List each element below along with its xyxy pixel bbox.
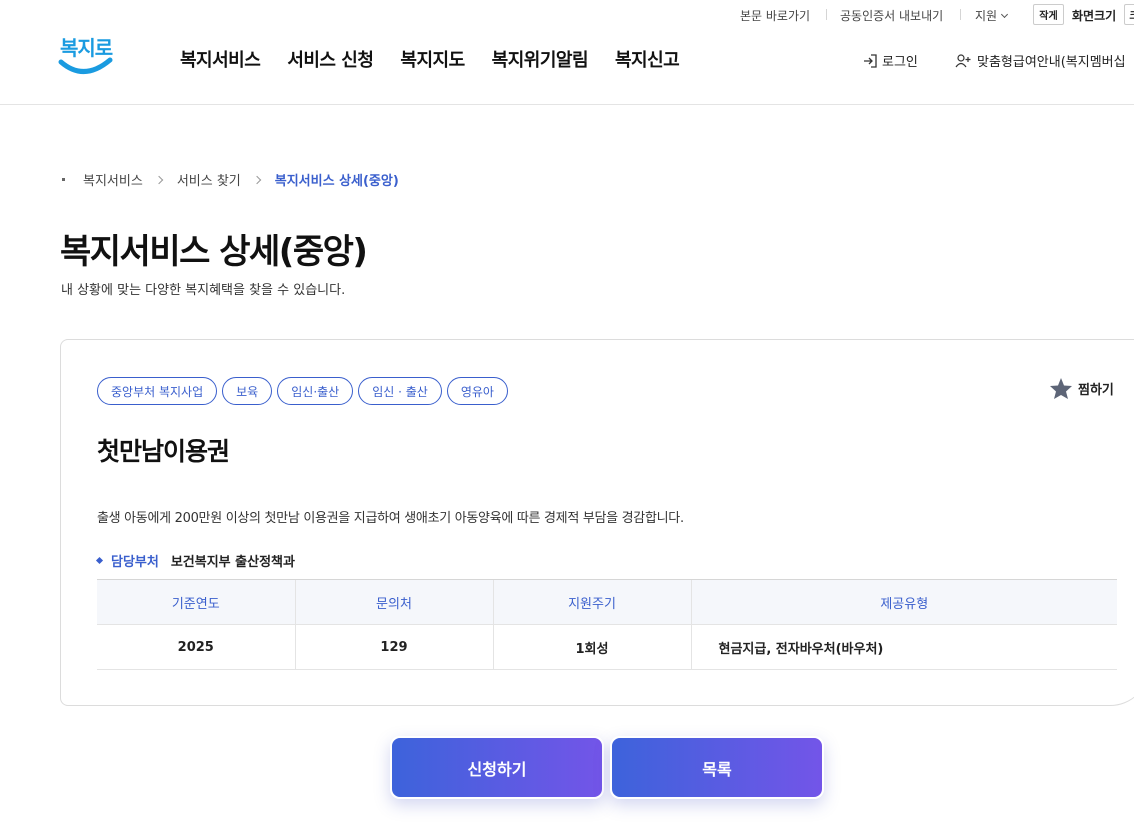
breadcrumb: 복지서비스 서비스 찾기 복지서비스 상세(중앙) — [62, 170, 399, 189]
font-large-button[interactable]: 크 — [1124, 4, 1134, 25]
tag-list: 중앙부처 복지사업 보육 임신·출산 임신 · 출산 영유아 — [97, 377, 513, 405]
favorite-button[interactable]: 찜하기 — [1049, 377, 1114, 400]
member-guide-link[interactable]: 맞춤형급여안내(복지멤버십 — [955, 51, 1126, 70]
column-header-year: 기준연도 — [97, 579, 295, 625]
service-description: 출생 아동에게 200만원 이상의 첫만남 이용권을 지급하여 생애초기 아동양… — [97, 511, 684, 526]
list-button[interactable]: 목록 — [610, 736, 824, 799]
breadcrumb-item[interactable]: 복지서비스 — [83, 170, 143, 189]
tag-badge[interactable]: 임신·출산 — [277, 377, 354, 405]
skip-to-content-link[interactable]: 본문 바로가기 — [740, 7, 810, 24]
tag-badge[interactable]: 임신 · 출산 — [358, 377, 442, 405]
site-logo[interactable]: 복지로 — [58, 32, 116, 82]
support-dropdown[interactable]: 지원 — [975, 7, 1009, 24]
table-header-row: 기준연도 문의처 지원주기 제공유형 — [97, 579, 1117, 625]
department-value: 보건복지부 출산정책과 — [170, 555, 295, 570]
nav-item-welfare-map[interactable]: 복지지도 — [400, 46, 465, 72]
member-guide-label: 맞춤형급여안내(복지멤버십 — [977, 55, 1126, 70]
login-icon — [864, 53, 877, 68]
cell-contact: 129 — [294, 624, 493, 670]
chevron-down-icon — [1001, 10, 1009, 19]
tag-badge[interactable]: 영유아 — [446, 377, 508, 405]
service-title: 첫만남이용권 — [97, 437, 230, 466]
support-label: 지원 — [975, 9, 998, 23]
cert-export-link[interactable]: 공동인증서 내보내기 — [840, 7, 943, 24]
diamond-bullet-icon — [95, 556, 104, 565]
breadcrumb-home-dot — [62, 178, 65, 181]
page-title: 복지서비스 상세(중앙) — [60, 232, 368, 272]
table-row: 2025 129 1회성 현금지급, 전자바우처(바우처) — [97, 624, 1117, 670]
service-detail-card: 중앙부처 복지사업 보육 임신·출산 임신 · 출산 영유아 찜하기 첫만남이용… — [60, 339, 1134, 706]
add-user-icon — [955, 53, 971, 67]
star-icon — [1050, 378, 1072, 399]
apply-button[interactable]: 신청하기 — [390, 736, 604, 799]
login-label: 로그인 — [882, 55, 918, 70]
login-link[interactable]: 로그인 — [863, 51, 918, 70]
utility-bar: 본문 바로가기 공동인증서 내보내기 지원 작게 화면크기 크 — [0, 0, 1134, 28]
favorite-label: 찜하기 — [1078, 383, 1114, 398]
column-header-cycle: 지원주기 — [492, 579, 691, 625]
nav-item-welfare-services[interactable]: 복지서비스 — [180, 46, 261, 72]
department-info: 담당부처 보건복지부 출산정책과 — [95, 551, 295, 570]
font-small-button[interactable]: 작게 — [1033, 4, 1064, 25]
site-header: 복지로 복지서비스 서비스 신청 복지지도 복지위기알림 복지신고 로그인 맞춤… — [0, 28, 1134, 105]
divider — [960, 9, 961, 20]
nav-item-crisis-alert[interactable]: 복지위기알림 — [492, 46, 589, 72]
column-header-contact: 문의처 — [294, 579, 493, 625]
logo-smile-icon — [58, 57, 113, 74]
divider — [826, 9, 827, 20]
nav-item-service-apply[interactable]: 서비스 신청 — [287, 46, 374, 72]
column-header-type: 제공유형 — [690, 579, 1117, 625]
tag-badge[interactable]: 중앙부처 복지사업 — [97, 377, 218, 405]
cell-year: 2025 — [97, 624, 295, 670]
nav-item-welfare-report[interactable]: 복지신고 — [615, 46, 680, 72]
cell-type: 현금지급, 전자바우처(바우처) — [690, 624, 1117, 670]
screen-size-label: 화면크기 — [1072, 9, 1117, 23]
department-label: 담당부처 — [111, 555, 159, 570]
chevron-right-icon — [252, 175, 261, 184]
cell-cycle: 1회성 — [492, 624, 691, 670]
service-info-table: 기준연도 문의처 지원주기 제공유형 2025 129 1회성 현금지급, 전자… — [97, 579, 1117, 670]
main-navigation: 복지서비스 서비스 신청 복지지도 복지위기알림 복지신고 — [180, 46, 706, 72]
tag-badge[interactable]: 보육 — [222, 377, 273, 405]
page-description: 내 상황에 맞는 다양한 복지혜택을 찾을 수 있습니다. — [61, 283, 346, 298]
breadcrumb-current: 복지서비스 상세(중앙) — [274, 174, 399, 189]
breadcrumb-item[interactable]: 서비스 찾기 — [177, 170, 241, 189]
chevron-right-icon — [154, 175, 164, 184]
